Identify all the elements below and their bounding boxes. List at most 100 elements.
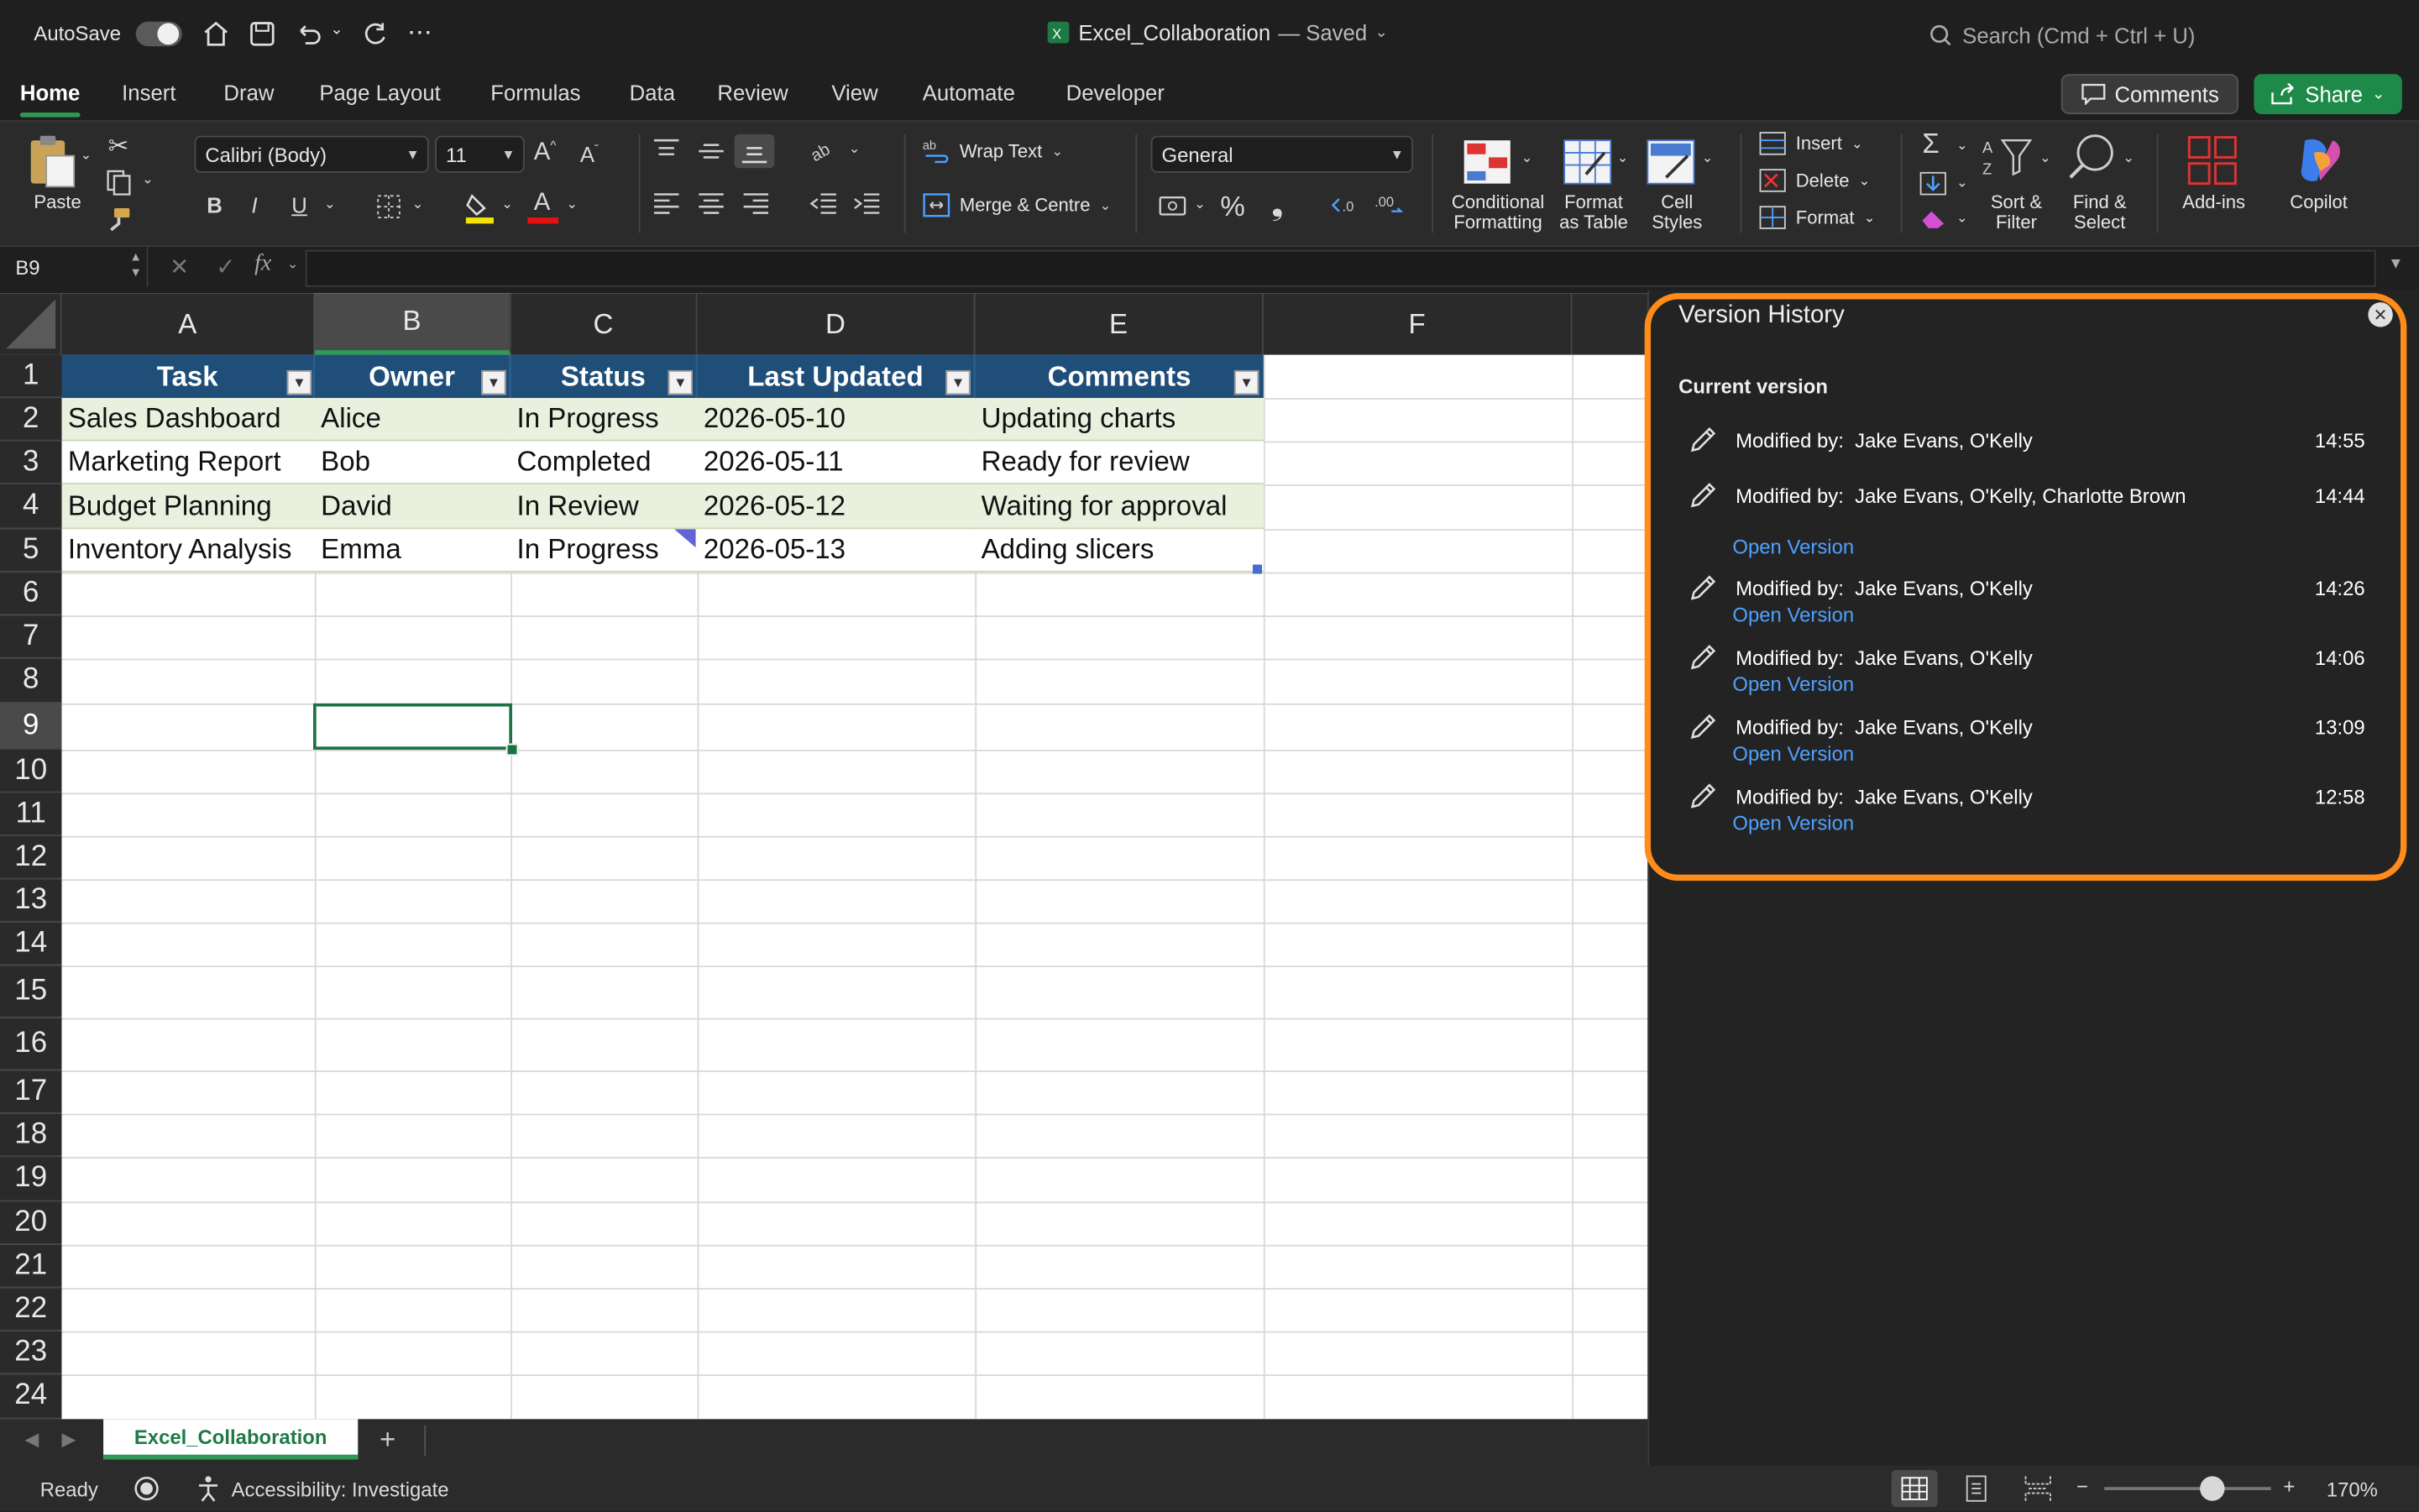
conditional-formatting-label[interactable]: Conditional Formatting bbox=[1447, 192, 1548, 233]
table-cell[interactable]: 2026-05-13 bbox=[697, 529, 976, 573]
document-title[interactable]: X Excel_Collaboration — Saved ⌄ bbox=[1046, 20, 1388, 44]
zoom-out-button[interactable]: − bbox=[2076, 1475, 2088, 1499]
find-select-dropdown-icon[interactable]: ⌄ bbox=[2123, 149, 2134, 166]
table-cell[interactable]: Alice bbox=[314, 398, 511, 442]
table-cell[interactable]: 2026-05-12 bbox=[697, 484, 976, 530]
add-sheet-button[interactable]: + bbox=[380, 1424, 395, 1457]
align-top-icon[interactable] bbox=[651, 138, 682, 165]
worksheet-grid[interactable]: A B C D E F 1 2 3 4 5 6 7 8 9 10 11 12 13 14 15 16 17 18 1… bbox=[0, 293, 1648, 1420]
formula-input[interactable] bbox=[305, 249, 2376, 287]
tab-automate[interactable]: Automate bbox=[923, 81, 1015, 105]
borders-dropdown-icon[interactable]: ⌄ bbox=[412, 196, 424, 212]
font-color-icon[interactable]: A bbox=[527, 190, 561, 224]
table-cell[interactable]: Adding slicers bbox=[975, 529, 1264, 573]
autosum-icon[interactable]: Σ bbox=[1922, 128, 1939, 161]
copy-icon[interactable] bbox=[105, 168, 133, 196]
undo-icon[interactable] bbox=[293, 18, 324, 50]
tab-page-layout[interactable]: Page Layout bbox=[319, 81, 440, 105]
tab-data[interactable]: Data bbox=[630, 81, 675, 105]
cell-styles-label[interactable]: Cell Styles bbox=[1641, 192, 1713, 233]
orientation-dropdown-icon[interactable]: ⌄ bbox=[849, 140, 861, 157]
row-header-22[interactable]: 22 bbox=[0, 1288, 62, 1332]
redo-icon[interactable] bbox=[359, 18, 390, 50]
zoom-slider-thumb[interactable] bbox=[2200, 1476, 2225, 1501]
table-cell[interactable]: In Progress bbox=[511, 398, 698, 442]
comments-button[interactable]: Comments bbox=[2060, 74, 2239, 114]
row-header-8[interactable]: 8 bbox=[0, 658, 62, 704]
insert-function-icon[interactable]: fx bbox=[254, 251, 271, 277]
table-header-last-updated[interactable]: Last Updated bbox=[697, 354, 976, 399]
table-cell[interactable]: Emma bbox=[314, 529, 511, 573]
table-cell[interactable]: Completed bbox=[511, 441, 698, 484]
search-box[interactable]: Search (Cmd + Ctrl + U) bbox=[1929, 18, 2391, 52]
paste-icon[interactable] bbox=[24, 134, 76, 190]
home-icon[interactable] bbox=[201, 18, 232, 50]
save-icon[interactable] bbox=[247, 18, 278, 50]
tab-view[interactable]: View bbox=[831, 81, 877, 105]
tab-insert[interactable]: Insert bbox=[122, 81, 175, 105]
wrap-text-button[interactable]: ab Wrap Text ⌄ bbox=[923, 138, 1063, 165]
sort-filter-icon[interactable]: AZ bbox=[1981, 134, 2036, 184]
percent-icon[interactable]: % bbox=[1220, 191, 1244, 224]
tab-home[interactable]: Home bbox=[19, 81, 80, 118]
filter-dropdown-icon[interactable]: ▼ bbox=[668, 369, 693, 395]
table-cell[interactable]: David bbox=[314, 484, 511, 530]
fill-color-dropdown-icon[interactable]: ⌄ bbox=[501, 196, 513, 212]
page-layout-view-icon[interactable] bbox=[1962, 1475, 1990, 1503]
row-header-21[interactable]: 21 bbox=[0, 1244, 62, 1289]
align-right-icon[interactable] bbox=[741, 190, 772, 217]
selected-cell-b9[interactable] bbox=[312, 703, 513, 750]
row-header-13[interactable]: 13 bbox=[0, 879, 62, 923]
column-header-f[interactable]: F bbox=[1263, 293, 1573, 355]
tab-review[interactable]: Review bbox=[717, 81, 788, 105]
column-header-b[interactable]: B bbox=[314, 293, 511, 355]
select-all-corner[interactable] bbox=[0, 293, 62, 355]
table-cell[interactable]: Sales Dashboard bbox=[61, 398, 315, 442]
undo-dropdown-icon[interactable]: ⌄ bbox=[330, 22, 343, 39]
align-center-icon[interactable] bbox=[696, 190, 727, 217]
filter-dropdown-icon[interactable]: ▼ bbox=[1233, 369, 1259, 395]
zoom-level[interactable]: 170% bbox=[2327, 1478, 2378, 1501]
zoom-in-button[interactable]: + bbox=[2283, 1475, 2295, 1499]
column-header-g[interactable] bbox=[1572, 293, 1648, 355]
autosum-dropdown-icon[interactable]: ⌄ bbox=[1956, 138, 1968, 154]
increase-indent-icon[interactable] bbox=[851, 190, 882, 217]
prev-sheet-icon[interactable]: ◀ bbox=[24, 1428, 39, 1450]
clear-icon[interactable] bbox=[1919, 208, 1947, 230]
expand-formula-bar-icon[interactable]: ▼ bbox=[2388, 256, 2403, 273]
row-header-20[interactable]: 20 bbox=[0, 1201, 62, 1245]
sort-filter-label[interactable]: Sort & Filter bbox=[1981, 192, 2052, 233]
table-header-comments[interactable]: Comments bbox=[975, 354, 1264, 399]
table-cell[interactable]: In Review bbox=[511, 484, 698, 530]
table-cell[interactable]: Updating charts bbox=[975, 398, 1264, 442]
copilot-label[interactable]: Copilot bbox=[2280, 192, 2358, 213]
accessibility-icon[interactable] bbox=[195, 1473, 226, 1504]
sort-filter-dropdown-icon[interactable]: ⌄ bbox=[2039, 149, 2051, 166]
underline-dropdown-icon[interactable]: ⌄ bbox=[324, 196, 336, 212]
column-header-d[interactable]: D bbox=[697, 293, 976, 355]
cut-icon[interactable]: ✂ bbox=[108, 131, 129, 162]
chevron-down-icon[interactable]: ⌄ bbox=[287, 256, 299, 273]
increase-font-icon[interactable]: A^ bbox=[534, 139, 557, 167]
row-header-23[interactable]: 23 bbox=[0, 1331, 62, 1375]
font-size-select[interactable]: 11 ▼ bbox=[435, 135, 525, 173]
decrease-decimal-icon[interactable]: .00 bbox=[1373, 193, 1410, 221]
sheet-tab-excel-collaboration[interactable]: Excel_Collaboration bbox=[103, 1419, 359, 1460]
row-header-5[interactable]: 5 bbox=[0, 529, 62, 573]
bold-icon[interactable]: B bbox=[207, 193, 223, 217]
format-cells-button[interactable]: Format ⌄ bbox=[1759, 205, 1875, 229]
confirm-entry-icon[interactable]: ✓ bbox=[216, 253, 235, 280]
accessibility-status[interactable]: Accessibility: Investigate bbox=[232, 1478, 449, 1501]
autosave-toggle[interactable] bbox=[135, 21, 182, 47]
comment-indicator-icon[interactable] bbox=[673, 529, 696, 548]
find-select-label[interactable]: Find & Select bbox=[2064, 192, 2135, 233]
add-ins-icon[interactable] bbox=[2186, 134, 2238, 186]
insert-cells-button[interactable]: Insert ⌄ bbox=[1759, 131, 1863, 155]
align-left-icon[interactable] bbox=[651, 190, 682, 217]
filter-dropdown-icon[interactable]: ▼ bbox=[286, 369, 312, 395]
decrease-indent-icon[interactable] bbox=[809, 190, 840, 217]
more-icon[interactable]: ⋯ bbox=[407, 17, 432, 48]
fill-dropdown-icon[interactable]: ⌄ bbox=[1956, 175, 1968, 191]
normal-view-button[interactable] bbox=[1891, 1470, 1938, 1508]
zoom-slider[interactable] bbox=[2104, 1487, 2271, 1490]
